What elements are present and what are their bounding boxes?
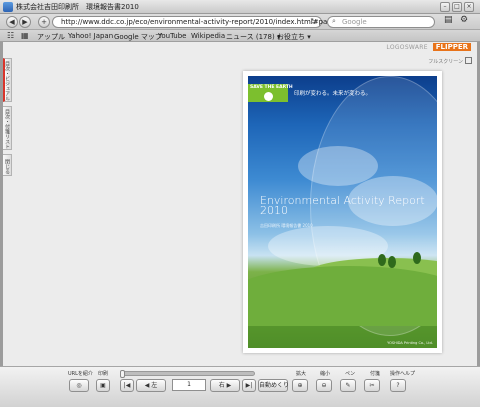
- tree: [413, 252, 421, 264]
- tab-toc-sticky[interactable]: 目次・付箋リスト: [3, 106, 12, 150]
- bookmark-item[interactable]: ニュース (178) ▾: [226, 32, 280, 42]
- share-label: URLを紹介: [68, 371, 93, 377]
- tree: [378, 254, 386, 266]
- save-the-earth-badge: SAVE THE EARTH: [248, 84, 293, 102]
- share-button[interactable]: ◎: [69, 379, 89, 392]
- bookmark-item[interactable]: アップル: [37, 32, 65, 42]
- hill: [248, 266, 437, 326]
- flipper-text: FLIPPER: [432, 43, 471, 51]
- tab-close[interactable]: 閉じる: [3, 154, 12, 176]
- tab-toc-visual[interactable]: 目次・ビジュアル: [3, 58, 12, 102]
- window-title: 株式会社吉田印刷所 環境報告書2010: [16, 3, 139, 11]
- address-bar[interactable]: http://www.ddc.co.jp/eco/environmental-a…: [52, 16, 346, 28]
- cover-footer: YOSHIDA Printing Co., Ltd.: [387, 341, 433, 345]
- settings-icon[interactable]: ⚙: [460, 15, 468, 25]
- zoom-out-button[interactable]: ⊖: [316, 379, 332, 392]
- cover-subtitle: 吉田印刷所 環境報告書 2010: [260, 223, 313, 228]
- flipbook-viewer: LOGOSWARE FLIPPER フルスクリーン 目次・ビジュアル 目次・付箋…: [0, 42, 480, 366]
- fullscreen-icon[interactable]: [465, 57, 472, 64]
- zoom-in-label: 拡大: [296, 371, 307, 377]
- brand-logo: LOGOSWARE FLIPPER: [386, 43, 471, 51]
- bookmark-item[interactable]: Google マップ: [114, 32, 162, 42]
- viewer-toolbar: URLを紹介 印刷 拡大 縮小 ペン 付箋 操作ヘルプ ◎ ▣ |◀ ◀ 左 1…: [0, 366, 480, 407]
- page-number-input[interactable]: 1: [172, 379, 206, 391]
- page-slider[interactable]: [120, 370, 255, 378]
- url-text: http://www.ddc.co.jp/eco/environmental-a…: [61, 18, 347, 26]
- print-label: 印刷: [98, 371, 109, 377]
- pen-button[interactable]: ✎: [340, 379, 356, 392]
- forward-button[interactable]: ▶: [19, 16, 31, 28]
- grid-icon[interactable]: ▦: [21, 31, 29, 40]
- report-page[interactable]: SAVE THE EARTH 印刷が変わる。未来が変わる。 Environmen…: [243, 71, 442, 353]
- add-bookmark-button[interactable]: +: [38, 16, 50, 28]
- close-button[interactable]: ×: [464, 2, 474, 12]
- right-page-button[interactable]: 右 ▶: [210, 379, 240, 392]
- search-placeholder: Google: [342, 18, 367, 26]
- book-icon[interactable]: ☷: [7, 31, 14, 40]
- bookmark-item[interactable]: Wikipedia: [191, 32, 225, 40]
- slider-thumb[interactable]: [120, 370, 125, 378]
- left-page-button[interactable]: ◀ 左: [136, 379, 166, 392]
- app-icon: [3, 2, 13, 12]
- auto-flip-button[interactable]: 自動めくり: [258, 379, 289, 392]
- cover-tagline: 印刷が変わる。未来が変わる。: [294, 91, 372, 97]
- page-menu-icon[interactable]: ▤: [444, 15, 453, 25]
- bookmark-item[interactable]: Yahoo! Japan: [68, 32, 113, 40]
- help-label: 操作ヘルプ: [390, 371, 416, 377]
- search-input[interactable]: ⌕ Google: [327, 16, 435, 28]
- zoom-in-button[interactable]: ⊕: [292, 379, 308, 392]
- reload-icon[interactable]: ↻: [310, 17, 317, 26]
- maximize-button[interactable]: □: [452, 2, 462, 12]
- print-button[interactable]: ▣: [96, 379, 110, 392]
- first-page-button[interactable]: |◀: [120, 379, 134, 392]
- bookmark-item[interactable]: YouTube: [158, 32, 186, 40]
- navigation-bar: ◀ ▶ + http://www.ddc.co.jp/eco/environme…: [0, 14, 480, 30]
- zoom-out-label: 縮小: [320, 371, 331, 377]
- search-icon: ⌕: [332, 17, 336, 25]
- title-bar: 株式会社吉田印刷所 環境報告書2010 – □ ×: [0, 0, 480, 14]
- fullscreen-label[interactable]: フルスクリーン: [428, 58, 463, 65]
- tree: [388, 256, 396, 268]
- sticky-button[interactable]: ✂: [364, 379, 380, 392]
- cover-image: SAVE THE EARTH 印刷が変わる。未来が変わる。 Environmen…: [248, 76, 437, 348]
- pen-label: ペン: [345, 371, 356, 377]
- bookmarks-bar: ☷ ▦ アップル Yahoo! Japan Google マップ YouTube…: [0, 30, 480, 42]
- tree-icon: [264, 92, 273, 101]
- cover-title: Environmental Activity Report 2010: [260, 194, 425, 217]
- minimize-button[interactable]: –: [440, 2, 450, 12]
- sticky-label: 付箋: [370, 371, 381, 377]
- badge-text: SAVE THE EARTH: [250, 85, 293, 90]
- logoware-text: LOGOSWARE: [386, 44, 428, 51]
- bookmark-item[interactable]: お役立ち ▾: [277, 32, 311, 42]
- back-button[interactable]: ◀: [6, 16, 18, 28]
- help-button[interactable]: ?: [390, 379, 406, 392]
- last-page-button[interactable]: ▶|: [242, 379, 256, 392]
